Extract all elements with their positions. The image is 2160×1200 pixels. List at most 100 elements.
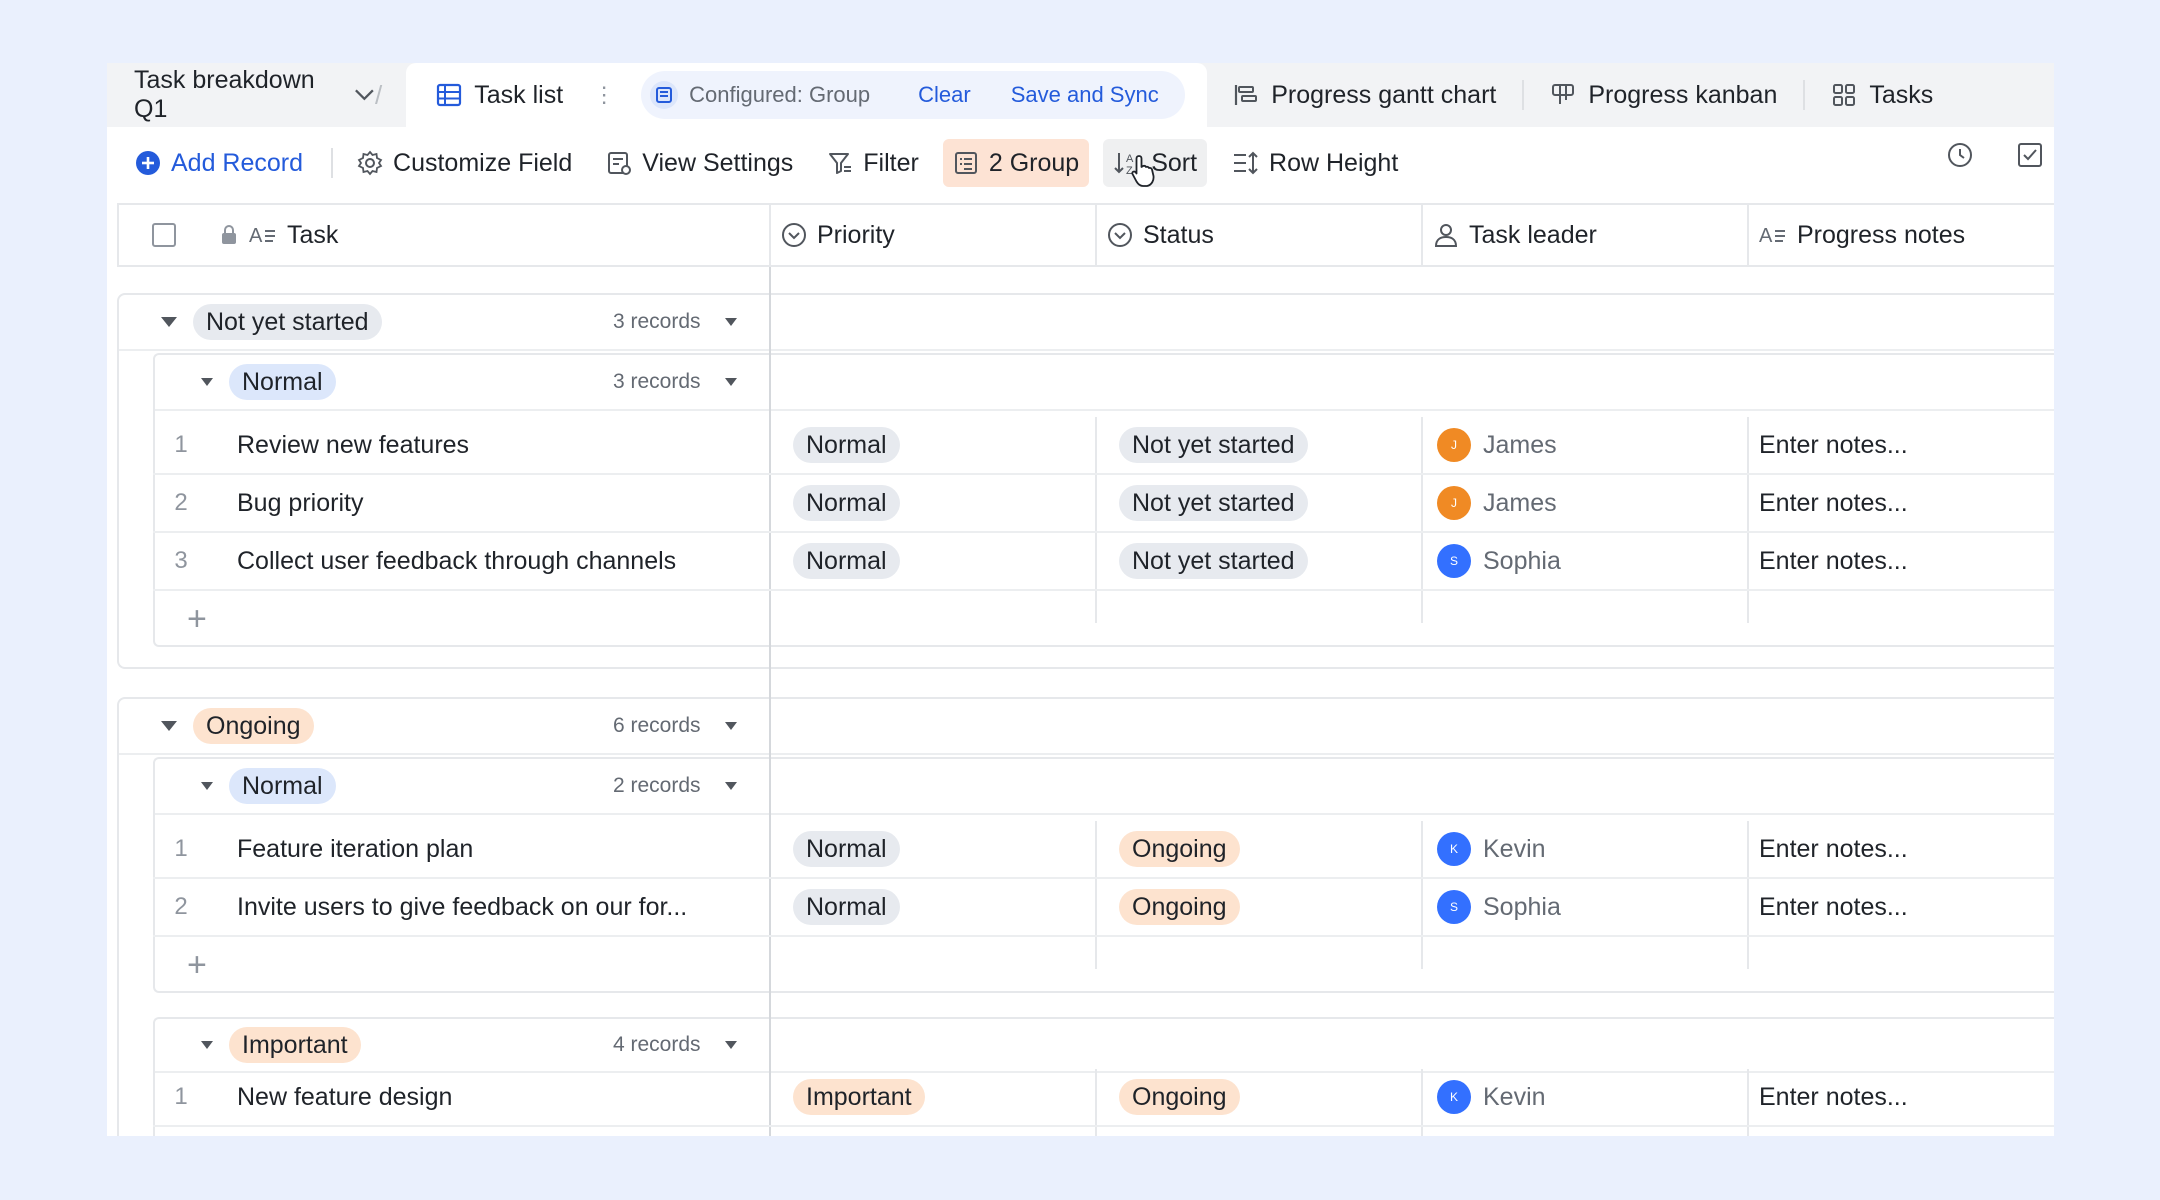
priority-tag[interactable]: Important bbox=[793, 1079, 925, 1115]
tab-progress-gantt[interactable]: Progress gantt chart bbox=[1207, 63, 1522, 127]
record-count: 2 records bbox=[613, 774, 701, 797]
select-all-checkbox[interactable] bbox=[152, 223, 176, 247]
column-header-task[interactable]: A Task bbox=[119, 205, 771, 265]
frozen-column-divider bbox=[769, 267, 771, 1136]
status-tag[interactable]: Not yet started bbox=[1119, 427, 1308, 463]
table-row[interactable]: 1 New feature design Important Ongoing K… bbox=[153, 1069, 2054, 1127]
table-row[interactable]: 2 Bug priority Normal Not yet started J … bbox=[153, 475, 2054, 533]
task-cell[interactable]: Collect user feedback through channels bbox=[237, 547, 757, 576]
table-row[interactable]: 3 Collect user feedback through channels… bbox=[153, 533, 2054, 591]
task-leader-name[interactable]: Kevin bbox=[1483, 835, 1546, 864]
row-number: 3 bbox=[174, 547, 188, 574]
group-button[interactable]: 2 Group bbox=[942, 139, 1090, 187]
task-leader-name[interactable]: Sophia bbox=[1483, 547, 1561, 576]
tab-task-list[interactable]: Task list ⋮ Configured: Group Clear Save… bbox=[406, 63, 1208, 127]
toolbar-right-actions bbox=[1946, 141, 2044, 169]
gear-icon bbox=[357, 150, 383, 176]
clear-button[interactable]: Clear bbox=[918, 82, 971, 108]
group-header[interactable]: Not yet started 3 records bbox=[119, 295, 2054, 351]
avatar: S bbox=[1437, 544, 1471, 578]
caret-down-icon[interactable] bbox=[201, 1041, 213, 1049]
column-header-progress-notes[interactable]: A Progress notes bbox=[1749, 205, 2054, 265]
single-select-icon bbox=[782, 223, 806, 247]
tab-gantt-label: Progress gantt chart bbox=[1271, 80, 1497, 109]
task-leader-name[interactable]: James bbox=[1483, 431, 1557, 460]
column-header-status[interactable]: Status bbox=[1097, 205, 1423, 265]
table-row[interactable]: 1 Feature iteration plan Normal Ongoing … bbox=[153, 821, 2054, 879]
task-cell[interactable]: Invite users to give feedback on our for… bbox=[237, 893, 757, 922]
add-record-button[interactable]: Add Record bbox=[125, 139, 313, 187]
notes-cell[interactable]: Enter notes... bbox=[1759, 1083, 1908, 1112]
table-row[interactable]: 2 Invite users to give feedback on our f… bbox=[153, 879, 2054, 937]
task-cell[interactable]: Review new features bbox=[237, 431, 757, 460]
caret-down-icon[interactable] bbox=[725, 1041, 737, 1049]
priority-tag[interactable]: Normal bbox=[793, 543, 900, 579]
column-header-task-leader[interactable]: Task leader bbox=[1423, 205, 1749, 265]
tab-tasks[interactable]: Tasks bbox=[1805, 63, 1959, 127]
priority-tag[interactable]: Normal bbox=[793, 427, 900, 463]
task-cell[interactable]: New feature design bbox=[237, 1083, 757, 1112]
subgroup-label: Normal bbox=[229, 364, 336, 400]
table-title: Task breakdown Q1 bbox=[134, 66, 315, 123]
notes-cell[interactable]: Enter notes... bbox=[1759, 431, 1908, 460]
caret-down-icon[interactable] bbox=[725, 318, 737, 326]
view-settings-button[interactable]: View Settings bbox=[596, 139, 803, 187]
plus-icon[interactable]: + bbox=[187, 946, 207, 985]
history-icon[interactable] bbox=[1946, 141, 1974, 169]
task-cell[interactable]: Bug priority bbox=[237, 489, 757, 518]
group-label: 2 Group bbox=[988, 148, 1080, 177]
record-count: 6 records bbox=[613, 714, 701, 737]
caret-down-icon[interactable] bbox=[201, 378, 213, 386]
task-cell[interactable]: Feature iteration plan bbox=[237, 835, 757, 864]
records-grid: A Task Priority Status Task leader A Pro… bbox=[117, 203, 2054, 1136]
caret-down-icon[interactable] bbox=[201, 782, 213, 790]
caret-down-icon[interactable] bbox=[725, 378, 737, 386]
status-tag[interactable]: Not yet started bbox=[1119, 543, 1308, 579]
filter-label: Filter bbox=[863, 148, 919, 177]
plus-icon[interactable]: + bbox=[187, 600, 207, 639]
notes-cell[interactable]: Enter notes... bbox=[1759, 893, 1908, 922]
tab-progress-kanban[interactable]: Progress kanban bbox=[1524, 63, 1803, 127]
configured-group-banner: Configured: Group Clear Save and Sync bbox=[641, 71, 1185, 119]
task-leader-name[interactable]: James bbox=[1483, 489, 1557, 518]
notes-cell[interactable]: Enter notes... bbox=[1759, 835, 1908, 864]
checklist-icon[interactable] bbox=[2016, 141, 2044, 169]
view-toolbar: Add Record Customize Field View Settings… bbox=[107, 135, 2054, 191]
group-header[interactable]: Ongoing 6 records bbox=[119, 699, 2054, 755]
caret-down-icon[interactable] bbox=[161, 317, 177, 327]
task-leader-name[interactable]: Sophia bbox=[1483, 893, 1561, 922]
save-and-sync-button[interactable]: Save and Sync bbox=[1011, 82, 1159, 108]
caret-down-icon[interactable] bbox=[161, 721, 177, 731]
column-header-priority[interactable]: Priority bbox=[771, 205, 1097, 265]
row-height-button[interactable]: Row Height bbox=[1221, 139, 1408, 187]
status-tag[interactable]: Ongoing bbox=[1119, 831, 1240, 867]
subgroup-header[interactable]: Normal 2 records bbox=[155, 759, 2054, 815]
more-options-icon[interactable]: ⋮ bbox=[593, 82, 615, 108]
caret-down-icon[interactable] bbox=[725, 782, 737, 790]
text-field-icon: A bbox=[1759, 225, 1785, 247]
subgroup-header[interactable]: Normal 3 records bbox=[155, 355, 2054, 411]
avatar: J bbox=[1437, 428, 1471, 462]
status-tag[interactable]: Ongoing bbox=[1119, 1079, 1240, 1115]
priority-tag[interactable]: Normal bbox=[793, 485, 900, 521]
add-row[interactable]: + bbox=[153, 591, 2054, 647]
status-tag[interactable]: Ongoing bbox=[1119, 889, 1240, 925]
filter-button[interactable]: Filter bbox=[817, 139, 929, 187]
table-title-dropdown[interactable]: Task breakdown Q1 bbox=[107, 63, 375, 127]
kanban-icon bbox=[1552, 84, 1575, 104]
table-row[interactable]: 1 Review new features Normal Not yet sta… bbox=[153, 417, 2054, 475]
avatar: J bbox=[1437, 486, 1471, 520]
subgroup-header[interactable]: Important 4 records bbox=[155, 1019, 2054, 1073]
notes-cell[interactable]: Enter notes... bbox=[1759, 547, 1908, 576]
caret-down-icon[interactable] bbox=[725, 722, 737, 730]
add-row[interactable]: + bbox=[153, 937, 2054, 993]
notes-cell[interactable]: Enter notes... bbox=[1759, 489, 1908, 518]
task-leader-name[interactable]: Kevin bbox=[1483, 1083, 1546, 1112]
priority-tag[interactable]: Normal bbox=[793, 831, 900, 867]
avatar: S bbox=[1437, 890, 1471, 924]
customize-field-button[interactable]: Customize Field bbox=[347, 139, 582, 187]
add-record-label: Add Record bbox=[171, 148, 304, 177]
chevron-down-icon bbox=[355, 89, 374, 101]
priority-tag[interactable]: Normal bbox=[793, 889, 900, 925]
status-tag[interactable]: Not yet started bbox=[1119, 485, 1308, 521]
